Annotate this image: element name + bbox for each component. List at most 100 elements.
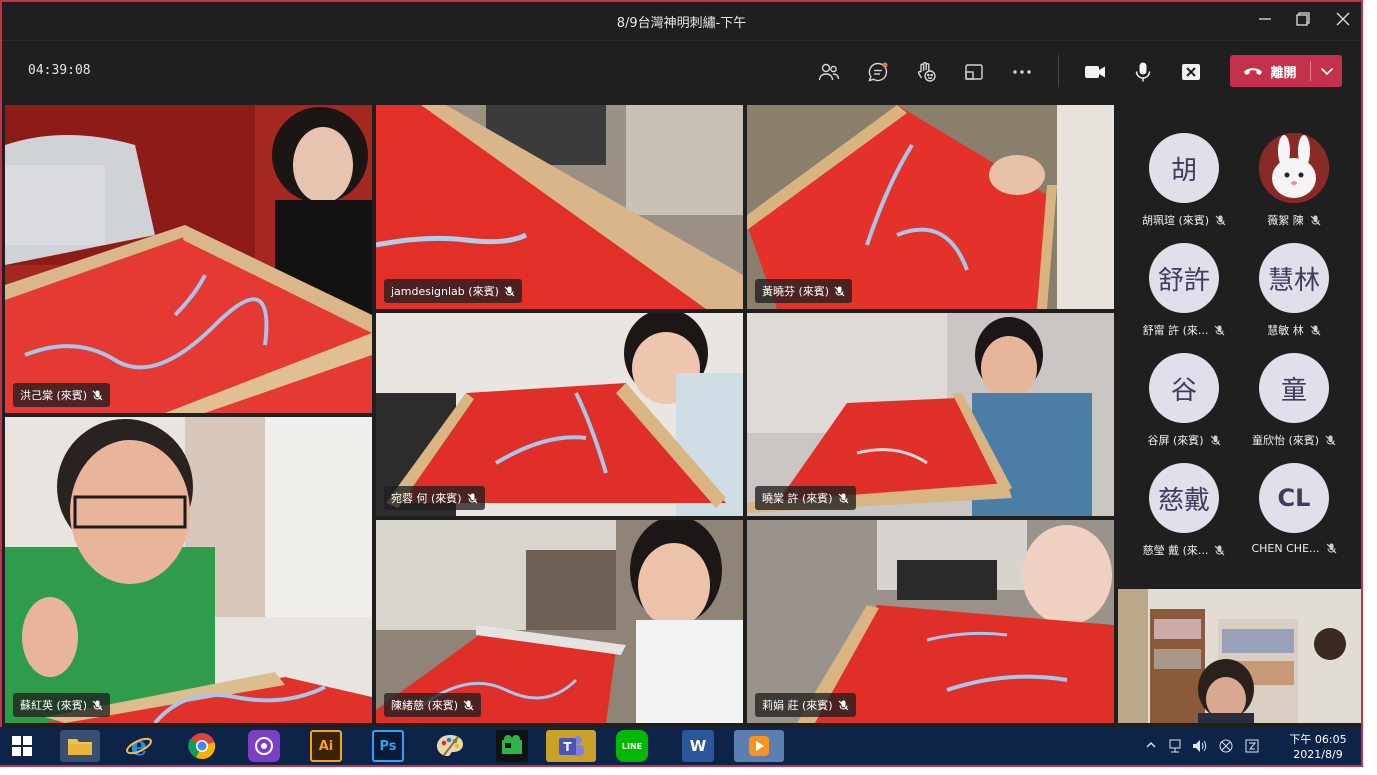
file-explorer-button[interactable] bbox=[60, 730, 100, 762]
roster-name: 舒甯 許 (來... bbox=[1142, 324, 1209, 337]
mic-off-icon bbox=[92, 390, 103, 400]
mic-off-icon bbox=[1326, 543, 1336, 554]
mic-off-icon bbox=[1210, 435, 1220, 445]
roster-person[interactable]: CL CHEN CHE... bbox=[1239, 463, 1349, 573]
participant-name: 曉棠 許 (來賓) bbox=[762, 492, 833, 505]
minimize-icon bbox=[1259, 18, 1271, 20]
start-button[interactable] bbox=[6, 730, 38, 762]
illustrator-button[interactable]: Ai bbox=[310, 730, 342, 762]
chrome-icon bbox=[188, 733, 216, 760]
avatar: 慧林 bbox=[1259, 243, 1329, 313]
chevron-down-icon bbox=[1320, 67, 1334, 76]
video-tile[interactable]: 莉娟 莊 (來賓) bbox=[747, 520, 1114, 723]
line-label: LINE bbox=[621, 741, 643, 751]
video-tile[interactable]: jamdesignlab (來賓) bbox=[376, 105, 743, 309]
participant-name-label: 黃曉芬 (來賓) bbox=[755, 279, 853, 303]
roster-name-row: 谷屏 (來賓) bbox=[1129, 432, 1239, 448]
participant-name-label: 曉棠 許 (來賓) bbox=[755, 486, 856, 510]
self-video-picture bbox=[1118, 589, 1361, 723]
meeting-controls-bar: 04:39:08 離開 bbox=[2, 40, 1361, 103]
participant-name-label: jamdesignlab (來賓) bbox=[384, 279, 522, 303]
camera-toggle-button[interactable] bbox=[1080, 57, 1110, 87]
word-button[interactable]: W bbox=[682, 730, 714, 762]
participant-name-label: 蘇紅英 (來賓) bbox=[13, 693, 111, 717]
stop-sharing-button[interactable] bbox=[1176, 57, 1206, 87]
restore-icon bbox=[1296, 12, 1310, 26]
video-tile[interactable]: 陳緒慈 (來賓) bbox=[376, 520, 743, 723]
raise-hand-icon bbox=[917, 62, 936, 82]
roster-person[interactable]: 谷 谷屏 (來賓) bbox=[1129, 353, 1239, 463]
roster-name-row: 慧敏 林 bbox=[1239, 322, 1349, 338]
camera-app-button[interactable] bbox=[248, 730, 280, 762]
roster-name: 慈瑩 戴 (來... bbox=[1142, 544, 1209, 557]
chat-button[interactable] bbox=[863, 57, 893, 87]
title-bar: 8/9台灣神明刺繡-下午 bbox=[2, 2, 1361, 40]
internet-explorer-icon: e bbox=[126, 732, 152, 760]
media-player-icon bbox=[749, 736, 769, 756]
minimize-button[interactable] bbox=[1252, 8, 1278, 34]
svg-text:e: e bbox=[131, 732, 148, 760]
close-window-button[interactable] bbox=[1330, 8, 1356, 34]
participants-button[interactable] bbox=[814, 57, 844, 87]
roster-person[interactable]: 薇絮 陳 bbox=[1239, 133, 1349, 243]
input-method-icon bbox=[1245, 739, 1259, 753]
chrome-button[interactable] bbox=[186, 730, 218, 762]
volume-button[interactable] bbox=[1192, 739, 1208, 756]
self-view-video[interactable] bbox=[1118, 589, 1361, 723]
media-player-button[interactable] bbox=[734, 730, 784, 762]
avatar bbox=[1259, 133, 1329, 203]
line-button[interactable]: LINE bbox=[616, 730, 648, 762]
tray-status-button[interactable] bbox=[1219, 739, 1233, 756]
mic-off-icon bbox=[463, 700, 474, 710]
roster-name-row: 薇絮 陳 bbox=[1239, 212, 1349, 228]
close-tray-icon bbox=[1182, 64, 1200, 80]
more-options-button[interactable] bbox=[1007, 57, 1037, 87]
teams-letter: T bbox=[563, 740, 572, 754]
roster-person[interactable]: 童 童欣怡 (來賓) bbox=[1239, 353, 1349, 463]
roster-person[interactable]: 胡 胡珮瑄 (來賓) bbox=[1129, 133, 1239, 243]
participant-video bbox=[5, 105, 372, 413]
roster-person[interactable]: 慧林 慧敏 林 bbox=[1239, 243, 1349, 353]
paint-button[interactable] bbox=[434, 730, 466, 762]
microphone-toggle-button[interactable] bbox=[1128, 57, 1158, 87]
network-button[interactable] bbox=[1168, 739, 1184, 756]
mic-off-icon bbox=[467, 493, 478, 503]
roster-name: CHEN CHE... bbox=[1251, 542, 1320, 555]
input-method-button[interactable] bbox=[1245, 739, 1259, 756]
meeting-timer: 04:39:08 bbox=[28, 63, 91, 78]
windows-logo-icon bbox=[12, 736, 32, 756]
leave-options-button[interactable] bbox=[1312, 55, 1342, 87]
participant-name: 陳緒慈 (來賓) bbox=[391, 699, 459, 712]
show-hidden-icons-button[interactable] bbox=[1146, 739, 1156, 753]
block-icon bbox=[1219, 739, 1233, 753]
roster-person[interactable]: 慈戴 慈瑩 戴 (來... bbox=[1129, 463, 1239, 573]
window-title: 8/9台灣神明刺繡-下午 bbox=[616, 16, 747, 31]
video-tile[interactable]: 蘇紅英 (來賓) bbox=[5, 417, 372, 723]
teams-button[interactable]: T bbox=[546, 730, 596, 762]
share-content-button[interactable] bbox=[959, 57, 989, 87]
maximize-button[interactable] bbox=[1290, 8, 1316, 34]
reactions-button[interactable] bbox=[911, 57, 941, 87]
video-tile[interactable]: 宛蓉 何 (來賓) bbox=[376, 313, 743, 516]
teams-meeting-window: 8/9台灣神明刺繡-下午 04:39:08 離開 洪己棠 (來賓) jamdes… bbox=[0, 0, 1363, 767]
avatar: 慈戴 bbox=[1149, 463, 1219, 533]
system-clock[interactable]: 下午 06:05 2021/8/9 bbox=[1278, 732, 1358, 762]
internet-explorer-button[interactable]: e bbox=[123, 730, 155, 762]
more-icon bbox=[1013, 70, 1031, 74]
hang-up-icon bbox=[1244, 68, 1263, 75]
paint-palette-icon bbox=[437, 735, 463, 756]
video-editor-button[interactable] bbox=[496, 730, 528, 762]
photoshop-button[interactable]: Ps bbox=[372, 730, 404, 762]
roster-person[interactable]: 舒許 舒甯 許 (來... bbox=[1129, 243, 1239, 353]
video-tile[interactable]: 曉棠 許 (來賓) bbox=[747, 313, 1114, 516]
roster-name: 谷屏 (來賓) bbox=[1147, 434, 1204, 447]
avatar: CL bbox=[1259, 463, 1329, 533]
clock-time: 下午 06:05 bbox=[1289, 733, 1347, 746]
leave-button[interactable]: 離開 bbox=[1230, 55, 1310, 87]
photoshop-label: Ps bbox=[379, 738, 397, 754]
mic-off-icon bbox=[1310, 215, 1321, 225]
roster-name-row: 胡珮瑄 (來賓) bbox=[1129, 212, 1239, 228]
video-tile[interactable]: 黃曉芬 (來賓) bbox=[747, 105, 1114, 309]
participant-name-label: 莉娟 莊 (來賓) bbox=[755, 693, 856, 717]
video-tile[interactable]: 洪己棠 (來賓) bbox=[5, 105, 372, 413]
